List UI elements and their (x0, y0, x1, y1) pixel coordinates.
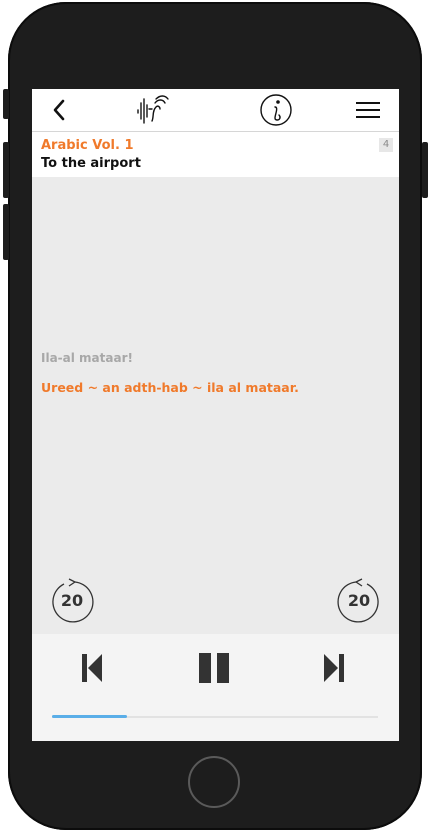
volume-up-button (3, 142, 9, 198)
lesson-header: Arabic Vol. 1 To the airport 4 (32, 132, 399, 177)
skip-previous-icon (82, 654, 102, 682)
top-toolbar (32, 89, 399, 132)
soundwave-speaker-logo-icon (137, 95, 169, 124)
player-controls (32, 634, 399, 741)
lesson-number-badge: 4 (379, 138, 393, 152)
chevron-left-icon (53, 99, 65, 121)
skip-next-icon (324, 654, 344, 682)
rewind-20-button[interactable]: 20 (49, 578, 99, 624)
forward-label: 20 (347, 591, 371, 610)
info-button[interactable] (258, 89, 294, 131)
menu-button[interactable] (350, 89, 386, 131)
volume-title: Arabic Vol. 1 (41, 138, 134, 153)
app-logo (132, 89, 172, 131)
volume-down-button (3, 204, 9, 260)
progress-fill (52, 715, 127, 718)
previous-button[interactable] (70, 646, 114, 690)
rewind-label: 20 (60, 591, 84, 610)
progress-bar[interactable] (52, 715, 378, 718)
back-button[interactable] (44, 89, 74, 131)
pause-button[interactable] (192, 646, 236, 690)
phrase-target: Ureed ~ an adth-hab ~ ila al mataar. (41, 380, 299, 395)
app-screen: Arabic Vol. 1 To the airport 4 Ila-al ma… (32, 89, 399, 741)
phrase-native: Ila-al mataar! (41, 351, 133, 365)
next-button[interactable] (312, 646, 356, 690)
hamburger-menu-icon (356, 102, 380, 118)
mute-switch (3, 89, 9, 119)
info-icon (260, 94, 292, 126)
pause-icon (199, 653, 229, 683)
forward-20-button[interactable]: 20 (336, 578, 386, 624)
lesson-title: To the airport (41, 156, 141, 171)
power-button (422, 142, 428, 198)
home-button[interactable] (188, 756, 240, 808)
